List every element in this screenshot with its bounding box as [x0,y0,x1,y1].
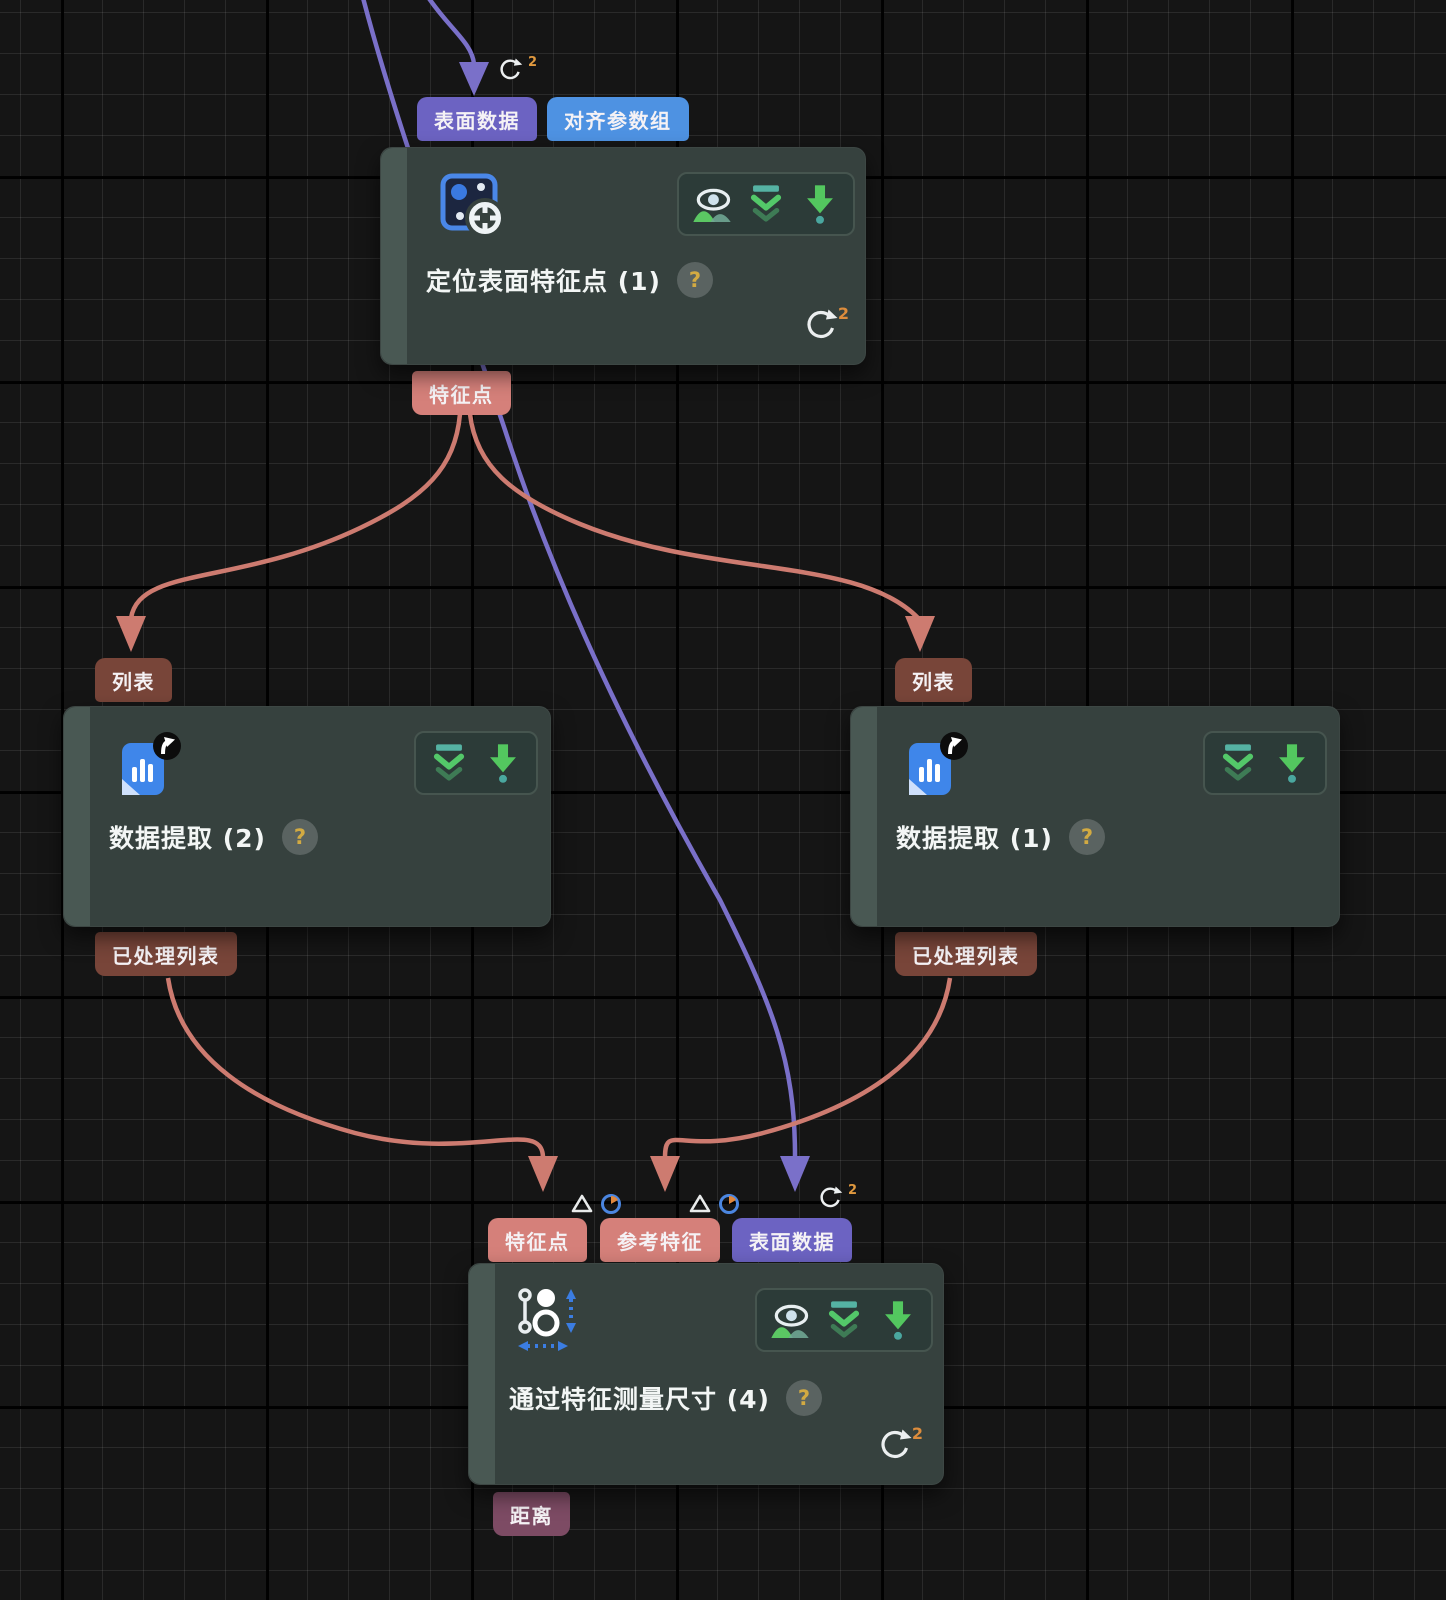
port-in-surface-data-bottom[interactable]: 表面数据 [732,1218,852,1262]
node-toolbar [755,1288,933,1352]
visibility-icon[interactable] [689,181,735,227]
node-data-extraction-1[interactable]: 数据提取 (1) ? [850,706,1340,927]
surface-feature-points-icon [439,172,505,242]
help-icon[interactable]: ? [676,262,713,298]
edge-arrowhead [116,616,146,652]
data-extraction-icon [114,729,188,807]
node-title: 通过特征测量尺寸 (4) [509,1385,770,1414]
node-accent-bar [851,707,877,926]
help-icon[interactable]: ? [281,819,318,855]
loop-count-icon: 2 [804,306,849,342]
port-in-surface-data[interactable]: 表面数据 [417,97,537,141]
edge-surface-data-top[interactable] [426,0,477,65]
node-graph-canvas[interactable]: 表面数据 对齐参数组 特征点 列表 已处理列表 列表 已处理列表 特征点 参考特… [0,0,1446,1600]
connection-count-badge: 2 [498,56,537,82]
edge-arrowhead [650,1156,680,1192]
triangle-icon [571,1194,593,1213]
node-toolbar [1203,731,1327,795]
help-icon[interactable]: ? [1068,819,1105,855]
port-in-reference-features[interactable]: 参考特征 [600,1218,720,1262]
node-accent-bar [381,148,407,364]
port-out-feature-points[interactable]: 特征点 [412,371,511,415]
download-icon[interactable] [875,1297,921,1343]
download-icon[interactable] [797,181,843,227]
port-in-align-params[interactable]: 对齐参数组 [547,97,689,141]
port-in-list-right[interactable]: 列表 [895,658,972,702]
node-accent-bar [469,1264,495,1484]
edge-arrowhead [905,616,935,652]
edge-arrowhead [528,1156,558,1192]
edge-arrowhead [780,1156,810,1192]
port-type-badges [570,1192,623,1216]
node-title: 数据提取 (1) [896,824,1053,853]
data-extraction-icon [901,729,975,807]
collapse-icon[interactable] [821,1297,867,1343]
port-out-distance[interactable]: 距离 [493,1492,570,1536]
timer-icon [719,1194,739,1214]
download-icon[interactable] [1269,740,1315,786]
port-in-list-left[interactable]: 列表 [95,658,172,702]
node-title: 定位表面特征点 (1) [426,267,661,296]
port-out-processed-list-right[interactable]: 已处理列表 [895,932,1037,976]
timer-icon [601,1194,621,1214]
node-measure-dimension-by-features[interactable]: 通过特征测量尺寸 (4) ? 2 [468,1263,944,1485]
loop-icon [820,1186,843,1208]
loop-icon [500,58,523,80]
help-icon[interactable]: ? [785,1380,822,1416]
node-title: 数据提取 (2) [109,824,266,853]
node-toolbar [414,731,538,795]
collapse-icon[interactable] [743,181,789,227]
port-out-processed-list-left[interactable]: 已处理列表 [95,932,237,976]
node-locate-surface-feature-points[interactable]: 定位表面特征点 (1) ? 2 [380,147,866,365]
node-toolbar [677,172,855,236]
node-data-extraction-2[interactable]: 数据提取 (2) ? [63,706,551,927]
edge-featpoints-to-list-left[interactable] [128,413,463,619]
port-in-feature-points[interactable]: 特征点 [488,1218,587,1262]
port-type-badges [688,1192,741,1216]
node-accent-bar [64,707,90,926]
edge-arrowhead [459,62,489,96]
visibility-icon[interactable] [767,1297,813,1343]
loop-count-icon: 2 [878,1426,923,1462]
edge-processed-left-to-featpoints[interactable] [165,977,546,1159]
collapse-icon[interactable] [1215,740,1261,786]
triangle-icon [689,1194,711,1213]
measure-dimension-icon [515,1286,583,1362]
edge-processed-right-to-reffeatures[interactable] [662,977,953,1159]
download-icon[interactable] [480,740,526,786]
collapse-icon[interactable] [426,740,472,786]
connection-count-badge: 2 [818,1184,857,1210]
